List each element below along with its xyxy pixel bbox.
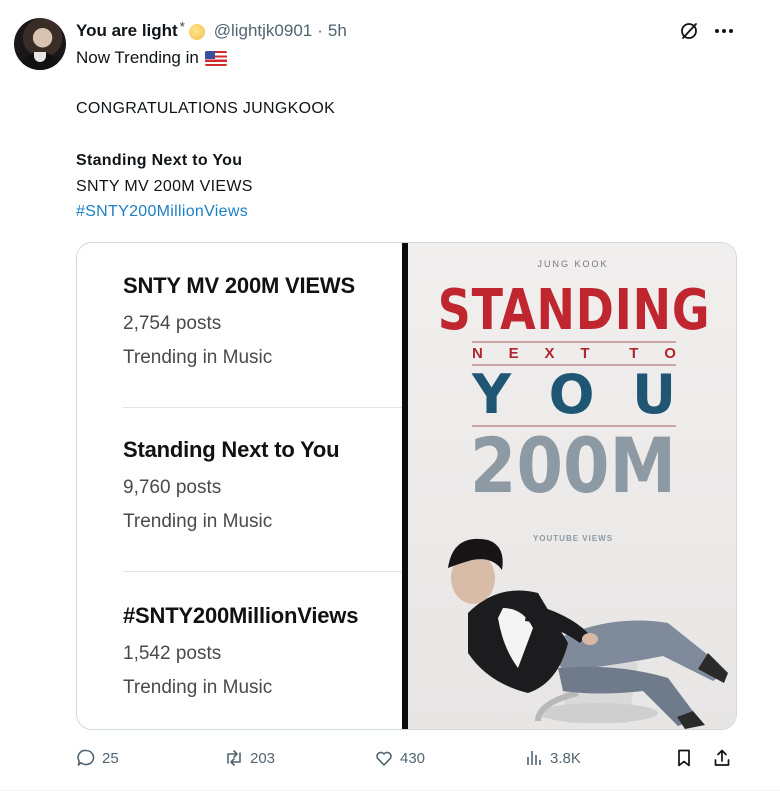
repost-count: 203 bbox=[250, 749, 276, 767]
more-icon[interactable] bbox=[712, 20, 736, 42]
like-button[interactable]: 430 bbox=[374, 748, 425, 768]
avatar[interactable] bbox=[14, 18, 66, 70]
trend-title: Standing Next to You bbox=[123, 437, 340, 462]
trend-divider bbox=[123, 407, 402, 408]
poster-letter: Y bbox=[472, 363, 512, 426]
repost-button[interactable]: 203 bbox=[224, 748, 275, 768]
views-icon bbox=[527, 751, 541, 765]
trending-panel: SNTY MV 200M VIEWS 2,754 posts Trending … bbox=[77, 243, 402, 729]
trend-post-count: 1,542 posts bbox=[123, 643, 222, 664]
like-icon bbox=[376, 751, 392, 766]
poster-word-standing: STANDING bbox=[437, 278, 711, 343]
trending-context: Now Trending in bbox=[76, 48, 227, 68]
moon-star-emoji-icon: * bbox=[179, 19, 206, 41]
trend-item-3: #SNTY200MillionViews 1,542 posts Trendin… bbox=[123, 603, 393, 699]
poster-letter: T bbox=[580, 345, 590, 362]
poster-letter: T bbox=[629, 345, 639, 362]
views-count: 3.8K bbox=[550, 749, 581, 767]
poster-letter: X bbox=[544, 345, 555, 362]
poster-letter: O bbox=[664, 345, 676, 362]
trend-title: #SNTY200MillionViews bbox=[123, 603, 359, 628]
tweet-header: You are light * @lightjk0901 · 5h bbox=[76, 19, 347, 42]
trend-category: Trending in Music bbox=[123, 347, 273, 368]
trending-label: Now Trending in bbox=[76, 48, 199, 67]
bookmark-button[interactable] bbox=[674, 748, 694, 768]
timestamp[interactable]: 5h bbox=[328, 21, 347, 41]
hashtag-link[interactable]: #SNTY200MillionViews bbox=[76, 203, 248, 221]
share-button[interactable] bbox=[712, 748, 732, 768]
trend-post-count: 9,760 posts bbox=[123, 477, 222, 498]
bookmark-icon bbox=[678, 749, 690, 767]
poster-rule bbox=[472, 341, 676, 343]
display-name[interactable]: You are light bbox=[76, 21, 178, 41]
user-handle[interactable]: @lightjk0901 bbox=[214, 21, 313, 41]
tweet[interactable]: You are light * @lightjk0901 · 5h Now Tr… bbox=[0, 0, 780, 800]
reply-button[interactable]: 25 bbox=[76, 748, 119, 768]
reply-icon bbox=[77, 749, 95, 766]
moon-icon bbox=[188, 24, 205, 40]
flag-us-icon bbox=[204, 50, 227, 66]
poster-letter: O bbox=[548, 363, 595, 426]
trend-divider bbox=[123, 571, 402, 572]
post-text-views: SNTY MV 200M VIEWS bbox=[76, 178, 253, 195]
post-media[interactable]: SNTY MV 200M VIEWS 2,754 posts Trending … bbox=[76, 242, 737, 730]
poster-artist: JUNG KOOK bbox=[537, 259, 609, 269]
separator-dot: · bbox=[317, 21, 323, 40]
action-bar: 25 203 430 3.8K bbox=[76, 748, 737, 772]
poster-word-you: Y O U bbox=[472, 363, 676, 426]
grok-icon[interactable] bbox=[678, 20, 700, 42]
trend-title: SNTY MV 200M VIEWS bbox=[123, 273, 355, 298]
repost-icon bbox=[227, 750, 241, 766]
trend-category: Trending in Music bbox=[123, 677, 273, 698]
poster-letter: U bbox=[632, 363, 676, 426]
trend-item-2: Standing Next to You 9,760 posts Trendin… bbox=[123, 437, 393, 533]
trend-item-1: SNTY MV 200M VIEWS 2,754 posts Trending … bbox=[123, 273, 393, 369]
poster-person-figure bbox=[448, 538, 728, 729]
poster-letter: E bbox=[508, 345, 519, 362]
views-button[interactable]: 3.8K bbox=[524, 748, 581, 768]
trend-post-count: 2,754 posts bbox=[123, 313, 222, 334]
tweet-bottom-divider bbox=[0, 790, 780, 791]
poster-letter: N bbox=[472, 345, 483, 362]
like-count: 430 bbox=[400, 749, 426, 767]
post-text-congrats: CONGRATULATIONS JUNGKOOK bbox=[76, 100, 336, 117]
share-icon bbox=[714, 749, 730, 766]
reply-count: 25 bbox=[102, 749, 119, 767]
poster-image: JUNG KOOK STANDING N E X T T O Y O U 200… bbox=[408, 243, 736, 729]
trend-category: Trending in Music bbox=[123, 511, 273, 532]
post-text-title: Standing Next to You bbox=[76, 152, 243, 169]
poster-word-next-to: N E X T T O bbox=[472, 345, 676, 362]
sparkle-icon: * bbox=[179, 19, 185, 34]
